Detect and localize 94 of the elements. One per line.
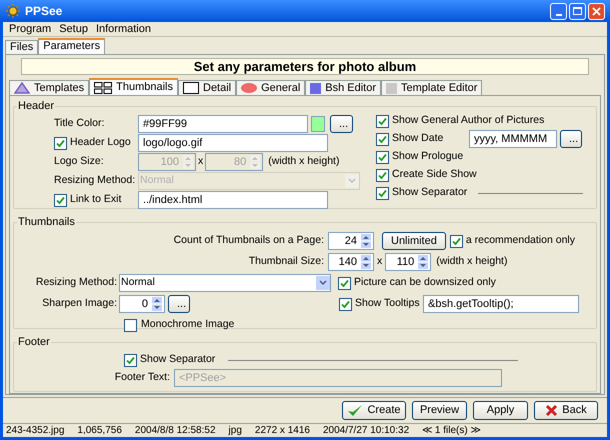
button[interactable]: Create <box>342 401 406 420</box>
checkbox-label: Show Tooltips <box>355 296 420 312</box>
checkbox[interactable] <box>376 150 389 164</box>
cross-icon <box>545 404 558 417</box>
text-field[interactable]: logo/logo.gif <box>138 134 328 152</box>
status-text: ≪ 1 file(s) ≫ <box>422 424 480 438</box>
banner: Set any parameters for photo album <box>21 58 589 75</box>
tab[interactable]: Bsh Editor <box>305 80 382 95</box>
maximize-button[interactable] <box>569 2 586 20</box>
field-label: Resizing Method: <box>54 173 136 188</box>
checkbox-label: Show Prologue <box>392 149 464 164</box>
chevron-down-icon <box>345 174 359 188</box>
spinner-field[interactable]: 140 <box>328 253 374 271</box>
circle-icon <box>241 83 258 93</box>
sun-icon <box>5 4 21 18</box>
spinner-field[interactable]: 24 <box>328 232 374 250</box>
checkbox[interactable] <box>54 194 67 206</box>
field-label: Resizing Method: <box>34 275 118 290</box>
checkbox[interactable] <box>124 354 137 366</box>
checkbox-label: Create Side Show <box>392 167 477 182</box>
checkbox[interactable] <box>338 276 351 290</box>
menu-item[interactable]: Setup <box>59 20 88 38</box>
triangle-icon <box>14 82 30 94</box>
tab[interactable]: Detail <box>178 80 236 95</box>
spin-arrows-icon[interactable] <box>361 234 371 248</box>
chevron-down-icon <box>316 276 330 290</box>
checkbox-label: Show Date <box>392 131 444 146</box>
status-text: 2004/8/8 12:58:52 <box>134 424 216 438</box>
button[interactable]: Apply <box>473 401 528 420</box>
button[interactable]: Unlimited <box>382 232 446 250</box>
field-label: Sharpen Image: <box>41 296 118 312</box>
checkbox[interactable] <box>376 186 389 200</box>
unit-label: (width x height) <box>268 154 340 170</box>
field-label: Count of Thumbnails on a Page: <box>172 233 325 248</box>
button[interactable]: ... <box>168 295 190 313</box>
checkbox[interactable] <box>339 298 352 310</box>
checkbox-label: Show General Author of Pictures <box>392 113 544 128</box>
status-text: 2004/7/27 10:10:32 <box>322 424 410 438</box>
checkbox-label: Link to Exit <box>70 192 122 208</box>
grid-icon <box>94 82 112 94</box>
status-text: 1,065,756 <box>77 424 122 438</box>
spin-arrows-icon[interactable] <box>361 255 371 269</box>
close-icon <box>592 6 601 16</box>
spinner-field[interactable]: 110 <box>385 253 432 271</box>
rectangle-icon <box>183 82 199 94</box>
minimize-button[interactable] <box>550 2 567 20</box>
tab[interactable]: Files <box>5 40 38 54</box>
checkbox-label: Monochrome Image <box>141 317 234 332</box>
checkbox-label: a recommendation only <box>466 233 576 248</box>
checkbox[interactable] <box>54 136 67 150</box>
field-label: Footer Text: <box>114 370 171 386</box>
button[interactable]: Preview <box>412 401 467 420</box>
menu-item[interactable]: Information <box>96 20 151 38</box>
times-sign: x <box>377 254 382 270</box>
checkbox[interactable] <box>376 132 389 146</box>
checkbox[interactable] <box>124 318 137 332</box>
text-field[interactable]: #99FF99 <box>138 115 308 133</box>
tab[interactable]: Template Editor <box>381 80 482 95</box>
check-icon <box>347 404 364 418</box>
text-field[interactable]: ../index.html <box>138 191 328 209</box>
window-title: PPSee <box>25 3 62 20</box>
text-field[interactable]: &bsh.getTooltip(); <box>423 295 579 313</box>
tab[interactable]: Templates <box>9 80 90 95</box>
status-text: 2272 x 1416 <box>254 424 310 438</box>
checkbox-label: Show Separator <box>140 352 216 368</box>
square-icon <box>386 82 398 94</box>
field-label: Logo Size: <box>54 154 105 170</box>
status-text: 243-4352.jpg <box>6 424 64 438</box>
text-field[interactable]: yyyy, MMMMM <box>469 130 557 148</box>
unit-label: (width x height) <box>436 254 508 270</box>
field-label: Title Color: <box>54 116 106 132</box>
menu-item[interactable]: Program <box>9 20 52 38</box>
color-swatch[interactable] <box>311 116 325 132</box>
checkbox-label: Picture can be downsized only <box>354 275 496 290</box>
status-text: jpg <box>228 424 242 438</box>
field-label: Thumbnail Size: <box>248 254 325 270</box>
checkbox[interactable] <box>376 114 389 128</box>
button[interactable]: ... <box>330 115 353 133</box>
times-sign: x <box>198 154 204 170</box>
checkbox[interactable] <box>450 234 463 248</box>
checkbox-label: Header Logo <box>70 135 131 150</box>
tab[interactable]: Thumbnails <box>89 78 178 95</box>
square-icon <box>310 82 322 94</box>
tab[interactable]: Parameters <box>38 38 106 54</box>
checkbox-label: Show Separator <box>392 185 468 200</box>
close-button[interactable] <box>588 2 605 20</box>
spinner-field[interactable]: 0 <box>119 295 165 313</box>
spin-arrows-icon[interactable] <box>418 255 428 269</box>
checkbox[interactable] <box>376 168 389 182</box>
button[interactable]: Back <box>534 401 598 420</box>
dropdown[interactable]: Normal <box>119 274 331 292</box>
spin-arrows-icon[interactable] <box>152 297 162 311</box>
button[interactable]: ... <box>560 130 582 148</box>
tab[interactable]: General <box>236 80 306 95</box>
